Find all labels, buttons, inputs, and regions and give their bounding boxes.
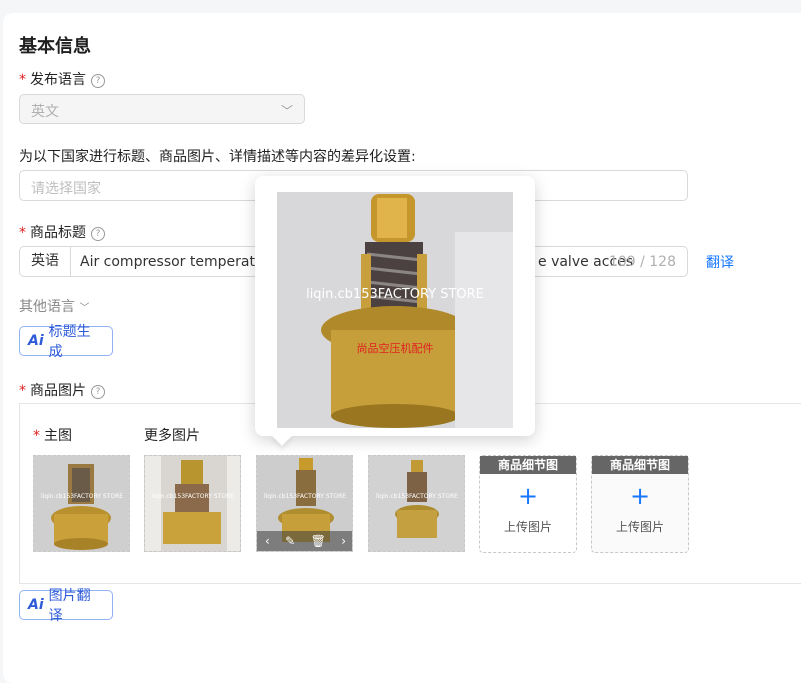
main-image-thumb[interactable]: liqin.cb153FACTORY STORE xyxy=(33,455,130,552)
detail-image-uploader-2[interactable]: 商品细节图 + 上传图片 xyxy=(591,455,689,553)
other-languages-label: 其他语言 xyxy=(19,299,75,315)
ai-icon: Ai xyxy=(28,333,44,349)
more-image-thumb-2[interactable]: liqin.cb153FACTORY STORE ‹ ✎ 🗑 › xyxy=(256,455,353,552)
ai-title-generate-button[interactable]: Ai 标题生成 xyxy=(19,324,113,360)
thumb-watermark: liqin.cb153FACTORY STORE xyxy=(41,493,123,500)
thumb-watermark: liqin.cb153FACTORY STORE xyxy=(376,493,458,500)
required-mark: * xyxy=(19,383,26,399)
preview-overlay-text: 尚品空压机配件 xyxy=(357,341,434,355)
country-placeholder: 请选择国家 xyxy=(31,181,101,197)
language-label-row: * 发布语言? xyxy=(19,69,105,89)
thumb-action-bar: ‹ ✎ 🗑 › xyxy=(257,531,352,551)
thumb-watermark: liqin.cb153FACTORY STORE xyxy=(152,493,234,500)
preview-image: liqin.cb153FACTORY STORE 尚品空压机配件 xyxy=(277,192,513,428)
more-image-thumb-3[interactable]: liqin.cb153FACTORY STORE xyxy=(368,455,465,552)
title-language-addon: 英语 xyxy=(20,247,71,276)
question-circle-icon[interactable]: ? xyxy=(91,74,105,88)
title-char-counter: 109 / 128 xyxy=(608,254,676,270)
uploader-text: 上传图片 xyxy=(615,520,664,534)
product-title-label: 商品标题 xyxy=(30,225,86,241)
plus-icon: + xyxy=(517,482,539,510)
chevron-right-icon[interactable]: › xyxy=(341,534,346,548)
product-images-label: 商品图片 xyxy=(30,383,86,399)
image-preview-popover: liqin.cb153FACTORY STORE 尚品空压机配件 xyxy=(255,176,535,446)
main-image-label-row: * 主图 xyxy=(33,425,72,445)
ai-icon: Ai xyxy=(28,597,44,613)
section-title: 基本信息 xyxy=(19,36,91,57)
uploader-title: 商品细节图 xyxy=(480,456,576,474)
required-mark: * xyxy=(19,225,26,241)
language-select[interactable]: 英文 ﹀ xyxy=(19,94,305,124)
product-title-label-row: * 商品标题? xyxy=(19,222,105,242)
detail-image-uploader-1[interactable]: 商品细节图 + 上传图片 xyxy=(479,455,577,553)
main-image-label: 主图 xyxy=(44,428,72,444)
more-image-thumb-1[interactable]: liqin.cb153FACTORY STORE xyxy=(144,455,241,552)
plus-icon: + xyxy=(629,482,651,510)
product-images-label-row: * 商品图片? xyxy=(19,380,105,400)
other-languages-toggle[interactable]: 其他语言 ﹀ xyxy=(19,296,89,316)
ai-title-generate-label: 标题生成 xyxy=(48,324,91,360)
preview-watermark: liqin.cb153FACTORY STORE xyxy=(306,287,484,302)
chevron-left-icon[interactable]: ‹ xyxy=(265,534,270,548)
chevron-down-icon: ﹀ xyxy=(280,104,293,118)
uploader-text: 上传图片 xyxy=(503,520,552,534)
uploader-title: 商品细节图 xyxy=(592,456,688,474)
trash-icon[interactable]: 🗑 xyxy=(311,534,326,548)
country-label: 为以下国家进行标题、商品图片、详情描述等内容的差异化设置: xyxy=(19,149,416,165)
required-mark: * xyxy=(33,428,40,444)
language-select-value: 英文 xyxy=(31,104,59,120)
ai-image-translate-button[interactable]: Ai 图片翻译 xyxy=(19,588,113,624)
required-mark: * xyxy=(19,72,26,88)
chevron-down-icon: ﹀ xyxy=(79,303,90,314)
more-images-label: 更多图片 xyxy=(144,428,200,444)
translate-link[interactable]: 翻译 xyxy=(706,252,734,272)
question-circle-icon[interactable]: ? xyxy=(91,385,105,399)
title-text-start: Air compressor temperature xyxy=(80,254,278,270)
edit-icon[interactable]: ✎ xyxy=(285,534,295,548)
ai-image-translate-label: 图片翻译 xyxy=(48,588,91,624)
language-label: 发布语言 xyxy=(30,72,86,88)
thumb-watermark: liqin.cb153FACTORY STORE xyxy=(264,493,346,500)
question-circle-icon[interactable]: ? xyxy=(91,227,105,241)
